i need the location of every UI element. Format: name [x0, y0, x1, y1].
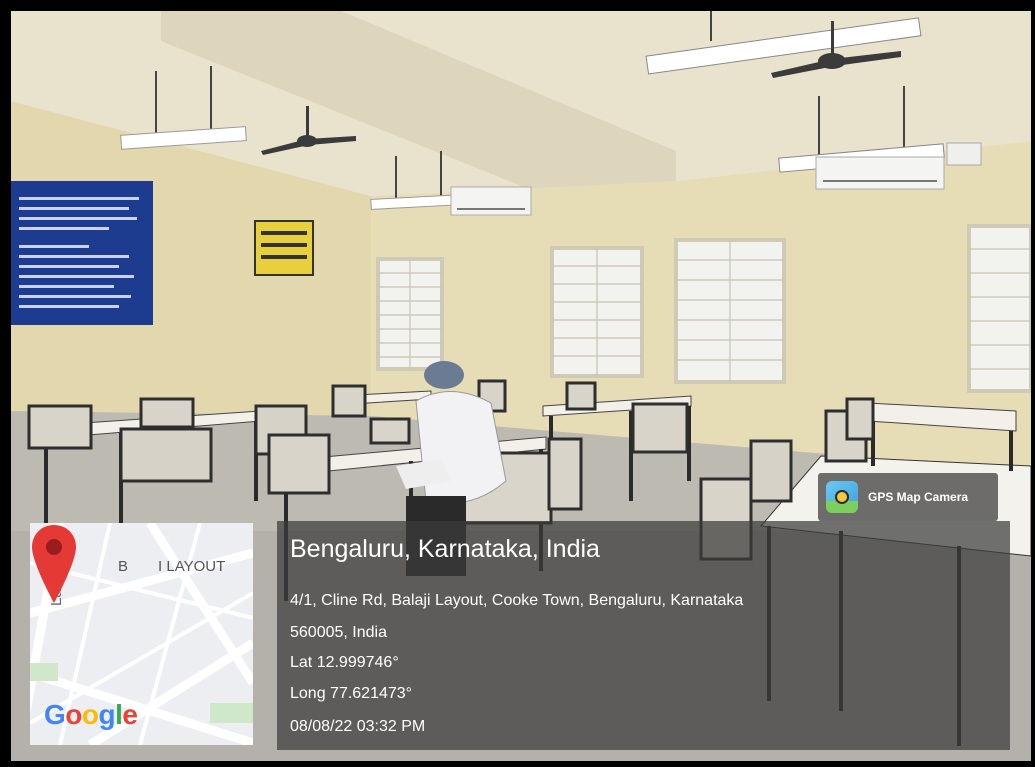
address-line-1: 4/1, Cline Rd, Balaji Layout, Cooke Town…	[290, 592, 744, 609]
location-pin-icon	[32, 525, 76, 603]
area-label: BI LAYOUT	[118, 558, 226, 575]
gps-map-camera-badge: GPS Map Camera	[818, 473, 998, 521]
gps-badge-label: GPS Map Camera	[868, 490, 969, 504]
gps-map-camera-icon	[826, 481, 858, 513]
google-logo: Google	[44, 699, 138, 731]
longitude: Long 77.621473°	[290, 685, 413, 702]
location-info-panel: Bengaluru, Karnataka, India 4/1, Cline R…	[277, 521, 1010, 750]
google-logo-letter: o	[65, 699, 82, 730]
air-conditioner	[450, 186, 532, 216]
google-logo-letter: G	[44, 699, 66, 730]
google-logo-letter: g	[98, 699, 116, 730]
google-logo-letter: e	[122, 699, 138, 730]
city-line: Bengaluru, Karnataka, India	[290, 535, 600, 563]
address-line-2: 560005, India	[290, 624, 387, 641]
date-time: 08/08/22 03:32 PM	[290, 718, 426, 735]
google-logo-letter: o	[81, 699, 99, 730]
map-thumbnail: Lazar Rd BI LAYOUT Google	[30, 523, 253, 745]
latitude: Lat 12.999746°	[290, 654, 399, 671]
notice-board	[11, 181, 153, 325]
cctv-sign	[254, 220, 314, 276]
